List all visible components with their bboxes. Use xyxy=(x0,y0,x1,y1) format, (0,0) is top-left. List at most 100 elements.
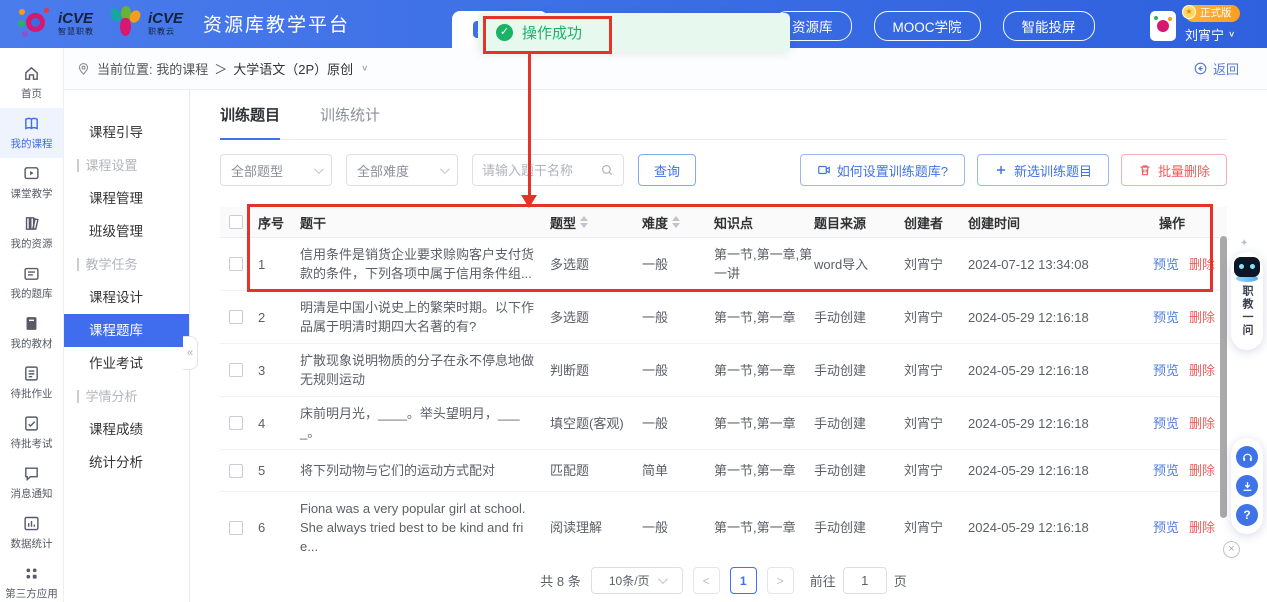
submenu-item-班级管理[interactable]: 班级管理 xyxy=(64,215,189,248)
question-stem: 信用条件是销货企业要求赊购客户支付货款的条件，下列各项中属于信用条件组... xyxy=(300,245,550,283)
sidebar-item-我的教材[interactable]: 我的教材 xyxy=(0,308,63,358)
delete-link[interactable]: 删除 xyxy=(1189,463,1215,478)
preview-link[interactable]: 预览 xyxy=(1153,257,1179,272)
submenu-item-课程题库[interactable]: 课程题库 xyxy=(64,314,189,347)
page-size-select[interactable]: 10条/页 xyxy=(591,567,683,594)
back-button[interactable]: 返回 xyxy=(1193,59,1239,78)
preview-link[interactable]: 预览 xyxy=(1153,416,1179,431)
question-type-select[interactable]: 全部题型 xyxy=(220,154,332,186)
knowledge-point: 第一节,第一章 xyxy=(714,308,814,327)
difficulty: 简单 xyxy=(642,461,714,480)
sidebar-item-消息通知[interactable]: 消息通知 xyxy=(0,458,63,508)
breadcrumb-prefix[interactable]: 当前位置: 我的课程 xyxy=(97,59,208,78)
submenu-item-统计分析[interactable]: 统计分析 xyxy=(64,446,189,479)
sidebar-item-label: 我的题库 xyxy=(11,286,53,301)
submenu-item-课程引导[interactable]: 课程引导 xyxy=(64,116,189,149)
sidebar-item-数据统计[interactable]: 数据统计 xyxy=(0,508,63,558)
table-header: 序号题干题型难度知识点题目来源创建者创建时间操作 xyxy=(220,207,1227,238)
current-page-button[interactable]: 1 xyxy=(730,567,757,594)
query-button[interactable]: 查询 xyxy=(638,154,696,186)
column-header-题型[interactable]: 题型 xyxy=(550,213,642,232)
preview-link[interactable]: 预览 xyxy=(1153,310,1179,325)
question-stem: 扩散现象说明物质的分子在永不停息地做无规则运动 xyxy=(300,351,550,389)
submenu-item-课程设计[interactable]: 课程设计 xyxy=(64,281,189,314)
stem-search-input[interactable] xyxy=(482,163,600,178)
goto-page-input[interactable] xyxy=(843,567,887,594)
delete-link[interactable]: 删除 xyxy=(1189,257,1215,272)
sidebar-item-我的资源[interactable]: 我的资源 xyxy=(0,208,63,258)
column-header-创建者: 创建者 xyxy=(904,213,968,232)
stats-icon xyxy=(23,515,40,532)
success-check-icon: ✓ xyxy=(496,24,513,41)
row-actions: 预览删除 xyxy=(1120,308,1227,327)
delete-link[interactable]: 删除 xyxy=(1189,310,1215,325)
username[interactable]: 刘宵宁∨ xyxy=(1185,25,1235,44)
help-button[interactable]: ? xyxy=(1236,504,1258,526)
sidebar-item-我的题库[interactable]: 我的题库 xyxy=(0,258,63,308)
row-checkbox[interactable] xyxy=(229,416,243,430)
submenu-item-课程成绩[interactable]: 课程成绩 xyxy=(64,413,189,446)
preview-link[interactable]: 预览 xyxy=(1153,363,1179,378)
table-row: 6Fiona was a very popular girl at school… xyxy=(220,492,1227,558)
customer-service-button[interactable] xyxy=(1236,446,1258,468)
creator: 刘宵宁 xyxy=(904,308,968,327)
download-button[interactable] xyxy=(1236,475,1258,497)
preview-link[interactable]: 预览 xyxy=(1153,463,1179,478)
row-checkbox[interactable] xyxy=(229,464,243,478)
platform-title: 资源库教学平台 xyxy=(203,10,350,37)
user-area[interactable]: ★正式版 刘宵宁∨ xyxy=(1150,5,1240,44)
difficulty-select[interactable]: 全部难度 xyxy=(346,154,458,186)
avatar xyxy=(1150,11,1176,41)
preview-link[interactable]: 预览 xyxy=(1153,520,1179,535)
sort-caret-icon[interactable] xyxy=(672,216,680,228)
row-checkbox[interactable] xyxy=(229,257,243,271)
sidebar-item-课堂教学[interactable]: 课堂教学 xyxy=(0,158,63,208)
add-training-questions-button[interactable]: 新选训练题目 xyxy=(977,154,1109,186)
submenu-item-课程管理[interactable]: 课程管理 xyxy=(64,182,189,215)
setup-guide-button[interactable]: 如何设置训练题库? xyxy=(800,154,965,186)
knowledge-point: 第一节,第一章,第一讲 xyxy=(714,245,814,283)
row-checkbox[interactable] xyxy=(229,310,243,324)
assistant-label: 职教一问 xyxy=(1239,285,1255,337)
sidebar-item-我的课程[interactable]: 我的课程 xyxy=(0,108,63,158)
submenu-collapse-handle[interactable]: « xyxy=(183,336,198,370)
chevron-down-icon[interactable]: ∨ xyxy=(361,64,368,73)
next-page-button[interactable]: > xyxy=(767,567,794,594)
sort-caret-icon[interactable] xyxy=(580,216,588,228)
table-row: 5将下列动物与它们的运动方式配对匹配题简单第一节,第一章手动创建刘宵宁2024-… xyxy=(220,450,1227,492)
sidebar-item-待批考试[interactable]: 待批考试 xyxy=(0,408,63,458)
batch-delete-button[interactable]: 批量删除 xyxy=(1121,154,1227,186)
table-row: 4床前明月光，____。举头望明月，____。填空题(客观)一般第一节,第一章手… xyxy=(220,397,1227,450)
delete-link[interactable]: 删除 xyxy=(1189,520,1215,535)
tab-训练题目[interactable]: 训练题目 xyxy=(220,90,280,139)
chevron-down-icon xyxy=(658,574,668,584)
nav-smart-cast[interactable]: 智能投屏 xyxy=(1003,11,1095,41)
ai-assistant-widget[interactable]: 职教一问 xyxy=(1231,252,1263,350)
row-actions: 预览删除 xyxy=(1120,461,1227,480)
question-type: 匹配题 xyxy=(550,461,642,480)
row-checkbox[interactable] xyxy=(229,521,243,535)
course-submenu: 课程引导课程设置课程管理班级管理教学任务课程设计课程题库作业考试学情分析课程成绩… xyxy=(64,90,190,602)
sidebar-item-首页[interactable]: 首页 xyxy=(0,58,63,108)
sidebar-item-待批作业[interactable]: 待批作业 xyxy=(0,358,63,408)
vertical-scrollbar[interactable] xyxy=(1220,236,1227,518)
delete-link[interactable]: 删除 xyxy=(1189,363,1215,378)
tab-训练统计[interactable]: 训练统计 xyxy=(320,90,380,139)
column-header-难度[interactable]: 难度 xyxy=(642,213,714,232)
select-all-checkbox[interactable] xyxy=(229,215,243,229)
nav-mooc-academy[interactable]: MOOC学院 xyxy=(874,11,981,41)
submenu-item-作业考试[interactable]: 作业考试 xyxy=(64,347,189,380)
breadcrumb-current[interactable]: 大学语文（2P）原创 xyxy=(233,59,353,78)
close-widget-button[interactable]: × xyxy=(1223,541,1240,558)
sidebar-item-第三方应用[interactable]: 第三方应用 xyxy=(0,558,63,602)
sidebar-item-label: 消息通知 xyxy=(11,486,53,501)
sidebar-item-label: 待批考试 xyxy=(11,436,53,451)
sidebar-item-label: 第三方应用 xyxy=(5,586,58,601)
delete-link[interactable]: 删除 xyxy=(1189,416,1215,431)
bank-icon xyxy=(23,265,40,282)
row-checkbox[interactable] xyxy=(229,363,243,377)
knowledge-point: 第一节,第一章 xyxy=(714,414,814,433)
prev-page-button[interactable]: < xyxy=(693,567,720,594)
back-arrow-icon xyxy=(1193,61,1208,76)
question-type: 多选题 xyxy=(550,255,642,274)
